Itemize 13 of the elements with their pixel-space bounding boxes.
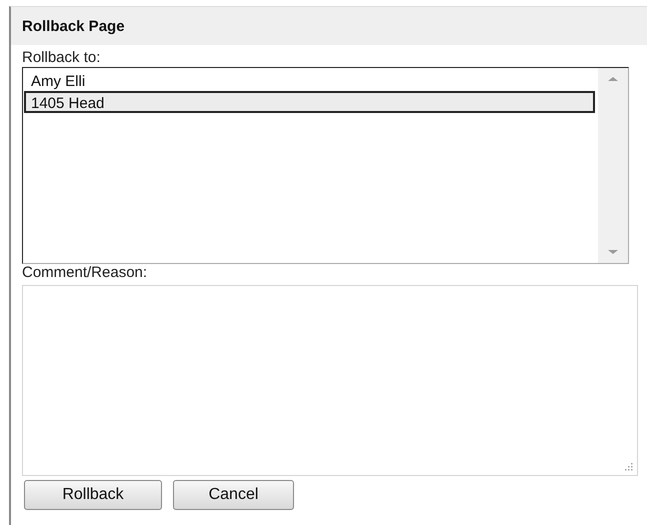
comment-field[interactable] [22, 285, 638, 476]
field-label: Rollback to: [22, 49, 102, 67]
action-button[interactable]: Cancel [173, 480, 294, 510]
list-option[interactable]: Amy Elli [24, 69, 595, 91]
scrollbar[interactable] [598, 68, 628, 263]
scroll-down-icon[interactable] [608, 249, 618, 255]
field-label: Comment/Reason: [22, 264, 148, 282]
panel-title: Rollback Page [22, 18, 125, 34]
resize-grip-icon[interactable] [625, 463, 633, 471]
list-option[interactable]: 1405 Head [24, 91, 595, 113]
action-button[interactable]: Rollback [24, 480, 162, 510]
scroll-up-icon[interactable] [608, 76, 618, 82]
version-listbox[interactable]: Amy Elli 1405 Head [22, 67, 629, 264]
